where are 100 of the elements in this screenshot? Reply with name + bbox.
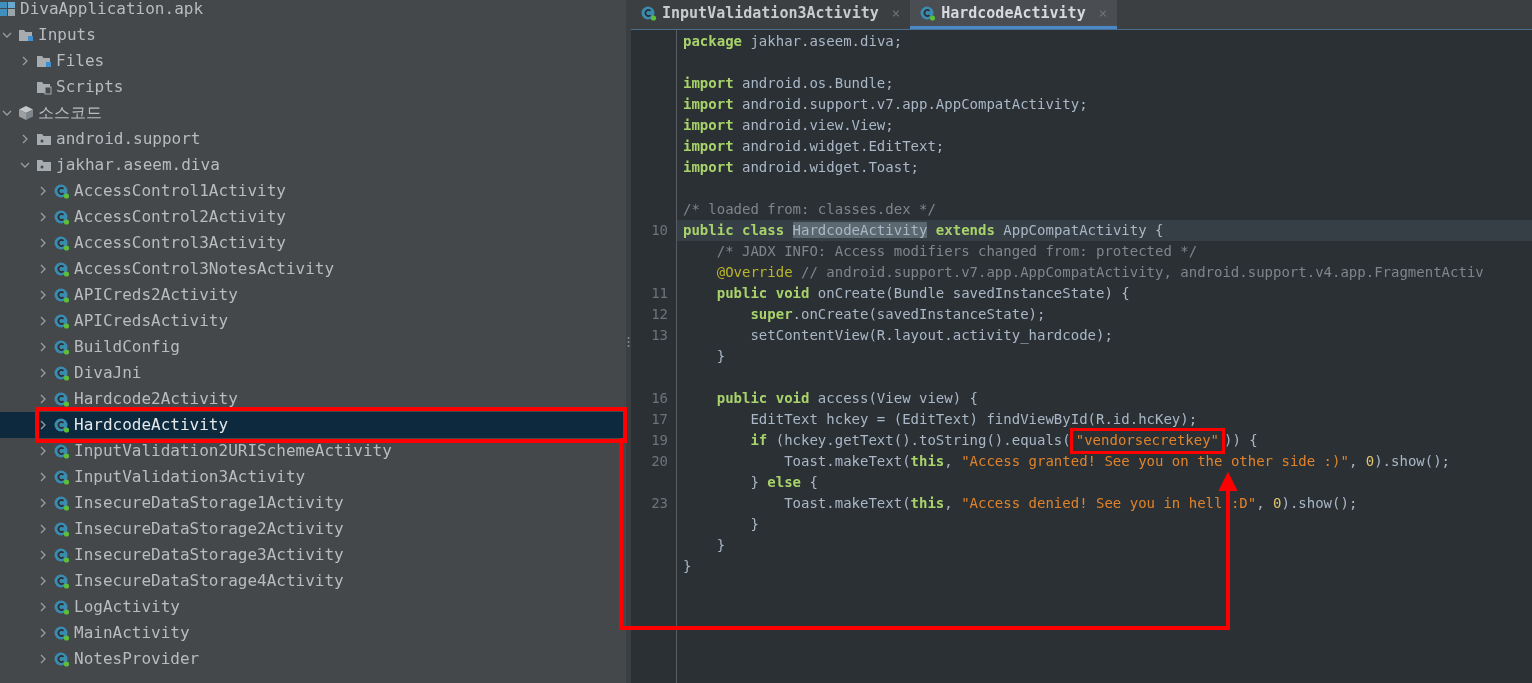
class-icon [54,443,70,459]
class-icon [54,365,70,381]
class-icon [54,183,70,199]
tab-label: HardcodeActivity [941,2,1086,24]
code-line: } [682,557,693,576]
tree-item[interactable]: APICredsActivity [0,308,626,334]
line-number: 11 [651,285,668,301]
class-icon [54,235,70,251]
tree-item[interactable]: HardcodeActivity [0,412,626,438]
chevron-right-icon[interactable] [38,420,48,430]
code-line: super.onCreate(savedInstanceState); [749,305,1047,324]
tree-item[interactable]: Hardcode2Activity [0,386,626,412]
tree-item[interactable]: 소스코드 [0,100,626,126]
class-icon [54,261,70,277]
tree-item[interactable]: android.support [0,126,626,152]
chevron-down-icon[interactable] [2,108,12,118]
class-icon [920,5,937,21]
chevron-right-icon[interactable] [38,394,48,404]
line-number: 19 [651,432,668,448]
chevron-right-icon[interactable] [38,238,48,248]
tree-item[interactable]: jakhar.aseem.diva [0,152,626,178]
code-line: @Override // android.support.v7.app.AppCompatActivity, android.support.v4.app.FragmentActiv [715,263,1485,282]
chevron-right-icon[interactable] [38,550,48,560]
chevron-right-icon[interactable] [20,134,30,144]
tree-item[interactable]: APICreds2Activity [0,282,626,308]
chevron-right-icon[interactable] [38,290,48,300]
class-icon [54,339,70,355]
chevron-right-icon[interactable] [38,264,48,274]
chevron-right-icon[interactable] [38,446,48,456]
editor-tab[interactable]: InputValidation3Activity × [631,0,911,29]
class-icon [54,651,70,667]
tree-item[interactable]: MainActivity [0,620,626,646]
tree-item[interactable]: AccessControl3Activity [0,230,626,256]
class-icon [54,469,70,485]
tree-item[interactable]: InputValidation3Activity [0,464,626,490]
code-line: } [715,536,727,555]
code-line: public void access(View view) { [715,389,979,408]
tree-item[interactable]: InsecureDataStorage1Activity [0,490,626,516]
tree-item-label: InsecureDataStorage1Activity [74,492,344,514]
chevron-right-icon[interactable] [38,498,48,508]
tree-item-label: AccessControl3Activity [74,232,286,254]
tree-item[interactable]: InputValidation2URISchemeActivity [0,438,626,464]
code-line: EditText hckey = (EditText) findViewById(R.id.hcKey); [749,410,1199,429]
code-line: } [715,347,727,366]
class-icon [54,521,70,537]
chevron-right-icon[interactable] [38,316,48,326]
tree-item[interactable]: DivaJni [0,360,626,386]
chevron-right-icon[interactable] [38,654,48,664]
package-folder-icon [36,131,52,147]
chevron-down-icon[interactable] [20,160,30,170]
chevron-right-icon[interactable] [38,602,48,612]
chevron-right-icon[interactable] [38,472,48,482]
tree-item[interactable]: NotesProvider [0,646,626,672]
chevron-right-icon[interactable] [38,368,48,378]
tree-item-label: InsecureDataStorage4Activity [74,570,344,592]
chevron-right-icon[interactable] [38,628,48,638]
tree-item[interactable]: AccessControl2Activity [0,204,626,230]
tree-item-label: InsecureDataStorage3Activity [74,544,344,566]
tree-item-label: APICredsActivity [74,310,229,332]
tree-item[interactable]: InsecureDataStorage3Activity [0,542,626,568]
code-line: Toast.makeText(this, "Access denied! See you in hell :D", 0).show(); [783,494,1359,513]
class-icon [54,391,70,407]
code-line: import android.os.Bundle; [682,74,895,93]
chevron-down-icon[interactable] [2,30,12,40]
tree-item-label: InsecureDataStorage2Activity [74,518,344,540]
chevron-right-icon[interactable] [20,56,30,66]
line-number: 13 [651,327,668,343]
class-icon [54,209,70,225]
tree-item-label: Files [56,50,105,72]
class-icon [54,313,70,329]
chevron-right-icon[interactable] [38,576,48,586]
tree-item[interactable]: InsecureDataStorage2Activity [0,516,626,542]
folder-icon [36,53,52,69]
class-icon [54,625,70,641]
tree-item[interactable]: BuildConfig [0,334,626,360]
tree-item-label: InputValidation3Activity [74,466,306,488]
editor-tab[interactable]: HardcodeActivity × [910,0,1118,29]
line-number: 16 [651,390,668,406]
tree-item-label: LogActivity [74,596,180,618]
code-line: import android.widget.EditText; [682,137,946,156]
chevron-right-icon[interactable] [38,524,48,534]
code-line: } else { [749,473,819,492]
package-folder-icon [36,157,52,173]
tree-item[interactable]: InsecureDataStorage4Activity [0,568,626,594]
class-icon [54,547,70,563]
chevron-right-icon[interactable] [38,212,48,222]
tree-item[interactable]: Inputs [0,22,626,48]
tree-item-label: InputValidation2URISchemeActivity [74,440,392,462]
tree-item[interactable]: Files [0,48,626,74]
code-line: Toast.makeText(this, "Access granted! See you on the other side :)", 0).show(); [783,452,1452,471]
chevron-right-icon[interactable] [38,186,48,196]
tree-item[interactable]: Scripts [0,74,626,100]
tree-item[interactable]: AccessControl1Activity [0,178,626,204]
tree-item[interactable]: LogActivity [0,594,626,620]
tree-item[interactable]: DivaApplication.apk [0,0,626,22]
tree-item-label: 소스코드 [38,102,102,124]
tree-item[interactable]: AccessControl3NotesActivity [0,256,626,282]
chevron-right-icon[interactable] [38,342,48,352]
drag-handle-icon[interactable] [627,335,630,348]
class-icon [54,573,70,589]
